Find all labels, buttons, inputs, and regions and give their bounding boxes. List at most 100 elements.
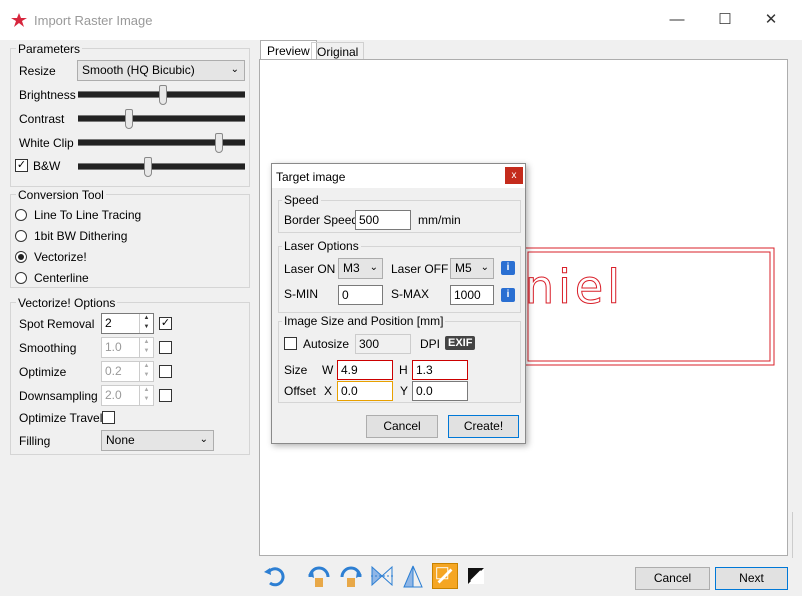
whiteclip-label: White Clip bbox=[19, 136, 74, 150]
create-button[interactable]: Create! bbox=[448, 415, 519, 438]
dialog-title: Target image bbox=[276, 170, 346, 184]
chevron-down-icon: ⌄ bbox=[199, 434, 208, 445]
smax-input[interactable]: 1000 bbox=[450, 285, 494, 305]
tab-original[interactable]: Original bbox=[311, 42, 365, 60]
smin-label: S-MIN bbox=[284, 287, 318, 301]
laser-on-value: M3 bbox=[343, 261, 360, 275]
downsampling-input[interactable]: 2.0 ▲ ▼ bbox=[101, 385, 154, 406]
spin-arrows-icon[interactable]: ▲ ▼ bbox=[139, 362, 153, 381]
invert-icon[interactable] bbox=[463, 563, 489, 589]
bw-slider-thumb[interactable] bbox=[144, 157, 152, 177]
smax-info-icon[interactable]: i bbox=[501, 288, 515, 302]
dialog-close-icon[interactable]: x bbox=[505, 167, 523, 184]
radio-vectorize[interactable] bbox=[15, 251, 27, 263]
minimize-button[interactable]: — bbox=[654, 8, 700, 32]
speed-label: Speed bbox=[282, 193, 321, 207]
smoothing-input[interactable]: 1.0 ▲ ▼ bbox=[101, 337, 154, 358]
radio-centerline[interactable] bbox=[15, 272, 27, 284]
dpi-label: DPI bbox=[420, 337, 441, 351]
laser-app-icon bbox=[11, 13, 27, 27]
width-input[interactable]: 4.9 bbox=[337, 360, 393, 380]
laser-on-label: Laser ON bbox=[284, 262, 336, 276]
brightness-slider-thumb[interactable] bbox=[159, 85, 167, 105]
rotate-cw-icon[interactable] bbox=[338, 563, 364, 589]
parameters-label: Parameters bbox=[16, 42, 83, 56]
resize-combo[interactable]: Smooth (HQ Bicubic) ⌄ bbox=[77, 60, 245, 81]
contrast-slider-thumb[interactable] bbox=[125, 109, 133, 129]
spot-removal-value: 2 bbox=[105, 316, 112, 330]
spin-arrows-icon[interactable]: ▲ ▼ bbox=[139, 314, 153, 333]
height-input[interactable]: 1.3 bbox=[412, 360, 468, 380]
rotate-icon[interactable] bbox=[262, 563, 288, 589]
offset-y-input[interactable]: 0.0 bbox=[412, 381, 468, 401]
partial-side-panel bbox=[792, 512, 802, 558]
cancel-button[interactable]: Cancel bbox=[635, 567, 710, 590]
laser-options-label: Laser Options bbox=[282, 239, 361, 253]
offset-x-input[interactable]: 0.0 bbox=[337, 381, 393, 401]
downsampling-label: Downsampling bbox=[19, 389, 98, 403]
maximize-button[interactable]: ☐ bbox=[702, 8, 748, 32]
crop-icon[interactable] bbox=[432, 563, 458, 589]
close-window-button[interactable]: ✕ bbox=[748, 8, 794, 32]
filling-label: Filling bbox=[19, 434, 51, 448]
spin-arrows-icon[interactable]: ▲ ▼ bbox=[139, 338, 153, 357]
laser-info-icon[interactable]: i bbox=[501, 261, 515, 275]
smin-input[interactable]: 0 bbox=[338, 285, 383, 305]
target-image-dialog: Target image x Speed Border Speed 500 mm… bbox=[271, 163, 526, 444]
spin-arrows-icon[interactable]: ▲ ▼ bbox=[139, 386, 153, 405]
size-position-label: Image Size and Position [mm] bbox=[282, 314, 446, 328]
bw-checkbox[interactable]: ✓ bbox=[15, 159, 28, 172]
next-button[interactable]: Next bbox=[715, 567, 788, 590]
offset-label: Offset bbox=[284, 384, 316, 398]
optimize-input[interactable]: 0.2 ▲ ▼ bbox=[101, 361, 154, 382]
autosize-checkbox[interactable] bbox=[284, 337, 297, 350]
conversion-label: Conversion Tool bbox=[16, 188, 106, 202]
radio-line-to-line[interactable] bbox=[15, 209, 27, 221]
tab-preview[interactable]: Preview bbox=[260, 40, 317, 60]
optimize-checkbox[interactable] bbox=[159, 365, 172, 378]
option-line-to-line[interactable]: Line To Line Tracing bbox=[34, 208, 141, 222]
flip-horizontal-icon[interactable] bbox=[369, 563, 395, 589]
border-speed-input[interactable]: 500 bbox=[355, 210, 411, 230]
vectorize-options-label: Vectorize! Options bbox=[16, 296, 118, 310]
dialog-title-bar: Target image x bbox=[272, 164, 525, 188]
radio-dithering[interactable] bbox=[15, 230, 27, 242]
resize-label: Resize bbox=[19, 64, 56, 78]
option-dithering[interactable]: 1bit BW Dithering bbox=[34, 229, 127, 243]
spot-removal-checkbox[interactable]: ✓ bbox=[159, 317, 172, 330]
filling-combo[interactable]: None ⌄ bbox=[101, 430, 214, 451]
downsampling-value: 2.0 bbox=[105, 388, 122, 402]
bw-label: B&W bbox=[33, 159, 61, 173]
h-label: H bbox=[399, 363, 408, 377]
x-label: X bbox=[324, 384, 333, 398]
optimize-label: Optimize bbox=[19, 365, 67, 379]
dpi-input[interactable]: 300 bbox=[355, 334, 411, 354]
import-raster-window: Import Raster Image — ☐ ✕ Parameters Res… bbox=[0, 0, 802, 596]
speed-unit: mm/min bbox=[418, 213, 461, 227]
laser-on-combo[interactable]: M3 ⌄ bbox=[338, 258, 383, 279]
bw-slider-track[interactable] bbox=[78, 163, 245, 170]
chevron-down-icon: ⌄ bbox=[230, 64, 239, 75]
smoothing-label: Smoothing bbox=[19, 341, 77, 355]
smoothing-value: 1.0 bbox=[105, 340, 122, 354]
spot-removal-label: Spot Removal bbox=[19, 317, 95, 331]
option-vectorize[interactable]: Vectorize! bbox=[34, 250, 87, 264]
contrast-label: Contrast bbox=[19, 112, 65, 126]
downsampling-checkbox[interactable] bbox=[159, 389, 172, 402]
option-centerline[interactable]: Centerline bbox=[34, 271, 89, 285]
title-bar: Import Raster Image — ☐ ✕ bbox=[0, 0, 802, 40]
flip-vertical-icon[interactable] bbox=[400, 563, 426, 589]
whiteclip-slider-thumb[interactable] bbox=[215, 133, 223, 153]
dialog-cancel-button[interactable]: Cancel bbox=[366, 415, 438, 438]
exif-button[interactable]: EXIF bbox=[445, 336, 476, 350]
contrast-slider-track[interactable] bbox=[78, 115, 245, 122]
smoothing-checkbox[interactable] bbox=[159, 341, 172, 354]
laser-off-value: M5 bbox=[455, 261, 472, 275]
filling-value: None bbox=[106, 433, 135, 447]
optimize-travel-label: Optimize Travel bbox=[19, 411, 103, 425]
spot-removal-input[interactable]: 2 ▲ ▼ bbox=[101, 313, 154, 334]
laser-off-combo[interactable]: M5 ⌄ bbox=[450, 258, 494, 279]
chevron-down-icon: ⌄ bbox=[480, 262, 489, 273]
optimize-travel-checkbox[interactable] bbox=[102, 411, 115, 424]
rotate-ccw-icon[interactable] bbox=[306, 563, 332, 589]
